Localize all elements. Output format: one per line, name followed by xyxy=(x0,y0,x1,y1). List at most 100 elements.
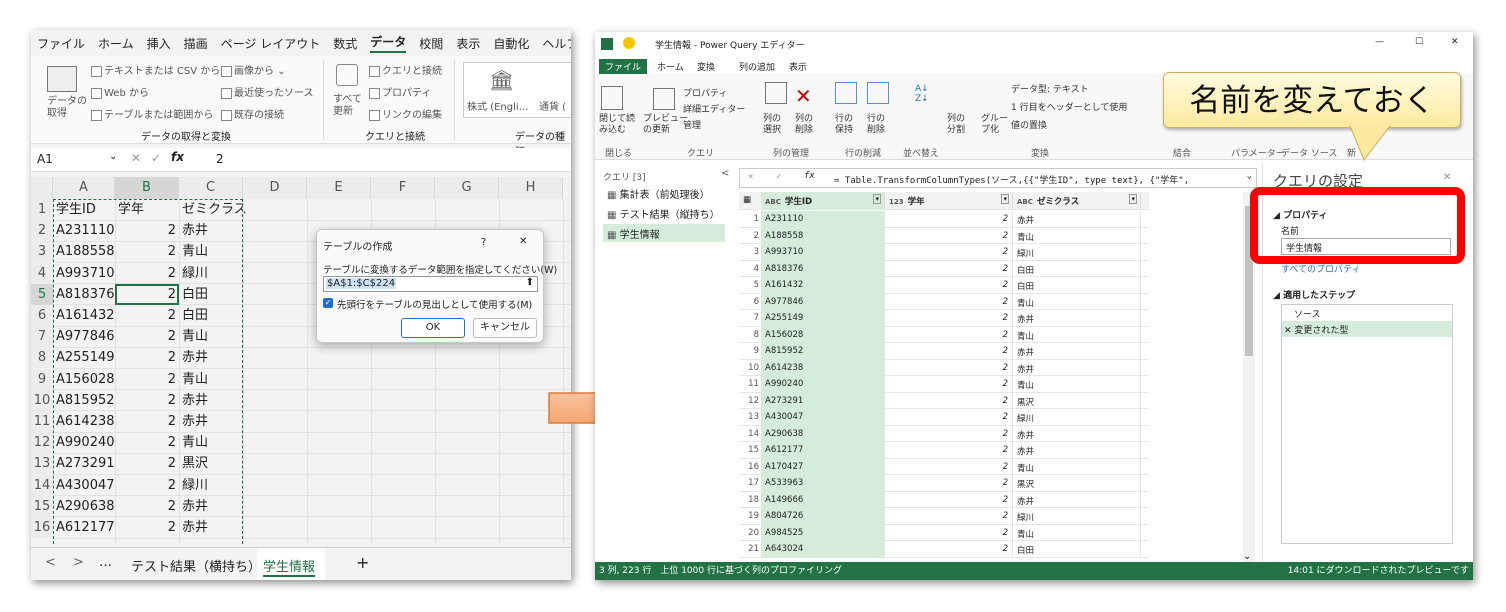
pq-cell[interactable]: 白田 xyxy=(1013,260,1141,277)
data-type-button[interactable]: データ型: テキスト xyxy=(1011,82,1089,95)
pq-cell[interactable]: A273291 xyxy=(761,392,885,409)
close-load-button[interactable]: 閉じて読 み込む xyxy=(599,114,635,136)
pq-tab[interactable]: ファイル xyxy=(599,59,648,74)
cancel-icon[interactable]: ✕ xyxy=(131,151,141,165)
pq-cell[interactable]: 緑川 xyxy=(1013,244,1141,261)
row-number[interactable]: 5 xyxy=(31,283,53,305)
column-header[interactable]: B xyxy=(115,177,179,199)
pq-table-row[interactable]: 14 A290638 2 赤井 xyxy=(739,425,1149,442)
pq-cell[interactable]: 青山 xyxy=(1013,524,1141,541)
menu-item[interactable]: ホーム xyxy=(98,35,134,52)
recent-sources-button[interactable]: 最近使ったソース xyxy=(221,84,314,99)
name-box[interactable]: A1 xyxy=(37,152,53,166)
formula-input[interactable]: 2 xyxy=(216,152,224,166)
pq-cell[interactable]: 赤井 xyxy=(1013,359,1141,376)
table-menu-icon[interactable]: ▦ xyxy=(743,195,751,205)
pq-cell[interactable]: 2 xyxy=(885,409,1013,426)
first-row-header-button[interactable]: 1 行目をヘッダーとして使用 xyxy=(1011,100,1127,113)
sheet-tab-student-info[interactable]: 学生情報 xyxy=(257,548,325,580)
currency-type[interactable]: 通貨 ( xyxy=(539,98,566,113)
query-item[interactable]: ▦ テスト結果（縦持ち） xyxy=(603,204,725,222)
split-column-button[interactable]: 列の 分割 xyxy=(947,114,965,136)
pq-table-row[interactable]: 9 A815952 2 赤井 xyxy=(739,343,1149,360)
query-item[interactable]: ▦ 学生情報 xyxy=(603,224,725,242)
pq-table-row[interactable]: 19 A804726 2 緑川 xyxy=(739,508,1149,525)
stocks-type[interactable]: 株式 (Engli… xyxy=(467,98,529,113)
pq-table-row[interactable]: 6 A977846 2 青山 xyxy=(739,293,1149,310)
pq-cell[interactable]: 赤井 xyxy=(1013,425,1141,442)
fx-icon[interactable]: fx xyxy=(804,171,815,181)
pq-cell[interactable]: 2 xyxy=(885,458,1013,475)
row-number[interactable]: 12 xyxy=(31,432,53,454)
row-number[interactable]: 4 xyxy=(31,262,53,284)
pq-cell[interactable]: 2 xyxy=(885,442,1013,459)
existing-connections-button[interactable]: 既存の接続 xyxy=(221,106,284,121)
pq-cell[interactable]: A188558 xyxy=(761,227,885,244)
fx-icon[interactable]: fx xyxy=(171,150,184,164)
pq-cell[interactable]: 2 xyxy=(885,310,1013,327)
column-header[interactable]: E xyxy=(307,177,371,199)
filter-dropdown-icon[interactable]: ▾ xyxy=(1001,194,1009,204)
get-data-button[interactable]: データの 取得 xyxy=(47,96,87,120)
pq-cell[interactable]: A156028 xyxy=(761,326,885,343)
row-number[interactable]: 13 xyxy=(31,453,53,475)
text-csv-button[interactable]: テキストまたは CSV から xyxy=(91,62,220,77)
pq-table-row[interactable]: 18 A149666 2 赤井 xyxy=(739,491,1149,508)
collapse-pane-icon[interactable]: < xyxy=(721,168,729,179)
pq-cell[interactable]: 2 xyxy=(885,541,1013,558)
row-number[interactable]: 7 xyxy=(31,326,53,348)
column-header[interactable]: F xyxy=(371,177,435,199)
add-sheet-button[interactable]: + xyxy=(356,553,369,572)
filter-dropdown-icon[interactable]: ▾ xyxy=(1129,194,1137,204)
pq-cell[interactable]: A990240 xyxy=(761,376,885,393)
menu-item[interactable]: ページ レイアウト xyxy=(221,35,321,52)
pq-table-row[interactable]: 17 A533963 2 黒沢 xyxy=(739,475,1149,492)
row-number[interactable]: 3 xyxy=(31,241,53,263)
row-number[interactable]: 15 xyxy=(31,495,53,517)
pq-tab[interactable]: 列の追加 xyxy=(733,59,781,74)
pq-cell[interactable]: 2 xyxy=(885,376,1013,393)
pq-cell[interactable]: 赤井 xyxy=(1013,211,1141,228)
pq-cell[interactable]: 赤井 xyxy=(1013,343,1141,360)
pq-cell[interactable]: 黒沢 xyxy=(1013,475,1141,492)
cancel-button[interactable]: キャンセル xyxy=(473,318,537,338)
pq-cell[interactable]: 白田 xyxy=(1013,277,1141,294)
next-sheet-icon[interactable]: > xyxy=(73,555,84,570)
pq-cell[interactable]: 緑川 xyxy=(1013,508,1141,525)
pq-cell[interactable]: A643024 xyxy=(761,541,885,558)
menu-item[interactable]: 表示 xyxy=(456,35,480,52)
pq-cell[interactable]: A290638 xyxy=(761,425,885,442)
pq-table-row[interactable]: 21 A643024 2 白田 xyxy=(739,541,1149,558)
pq-cell[interactable]: A804726 xyxy=(761,508,885,525)
menu-item[interactable]: 校閲 xyxy=(419,35,443,52)
pq-cell[interactable]: 2 xyxy=(885,293,1013,310)
pq-cell[interactable]: 青山 xyxy=(1013,293,1141,310)
pq-cell[interactable]: A430047 xyxy=(761,409,885,426)
refresh-all-button[interactable]: すべて 更新 xyxy=(333,94,362,118)
pq-cell[interactable]: A149666 xyxy=(761,491,885,508)
properties-button[interactable]: プロパティ xyxy=(369,84,431,99)
check-icon[interactable]: ✓ xyxy=(776,172,781,182)
pq-table-row[interactable]: 11 A990240 2 青山 xyxy=(739,376,1149,393)
menu-item[interactable]: 数式 xyxy=(333,35,357,52)
menu-item[interactable]: 自動化 xyxy=(493,35,529,52)
from-table-button[interactable]: テーブルまたは範囲から xyxy=(91,106,213,121)
type-icon[interactable]: 123 xyxy=(889,198,904,206)
row-number[interactable]: 1 xyxy=(31,199,53,220)
pq-table-row[interactable]: 20 A984525 2 青山 xyxy=(739,524,1149,541)
pq-cell[interactable]: A170427 xyxy=(761,458,885,475)
pq-cell[interactable]: 2 xyxy=(885,326,1013,343)
pq-cell[interactable]: 2 xyxy=(885,475,1013,492)
pq-table-row[interactable]: 13 A430047 2 緑川 xyxy=(739,409,1149,426)
pq-cell[interactable]: A815952 xyxy=(761,343,885,360)
filter-dropdown-icon[interactable]: ▾ xyxy=(873,194,881,204)
pq-cell[interactable]: 2 xyxy=(885,227,1013,244)
from-web-button[interactable]: Web から xyxy=(91,84,149,99)
smiley-icon[interactable] xyxy=(623,37,635,49)
column-header[interactable]: H xyxy=(499,177,563,199)
more-sheets-icon[interactable]: … xyxy=(99,555,112,570)
scroll-down-icon[interactable]: ⌄ xyxy=(1243,551,1251,562)
query-item[interactable]: ▦ 集計表（前処理後） xyxy=(603,184,725,202)
pq-cell[interactable]: 青山 xyxy=(1013,326,1141,343)
pq-cell[interactable]: A161432 xyxy=(761,277,885,294)
